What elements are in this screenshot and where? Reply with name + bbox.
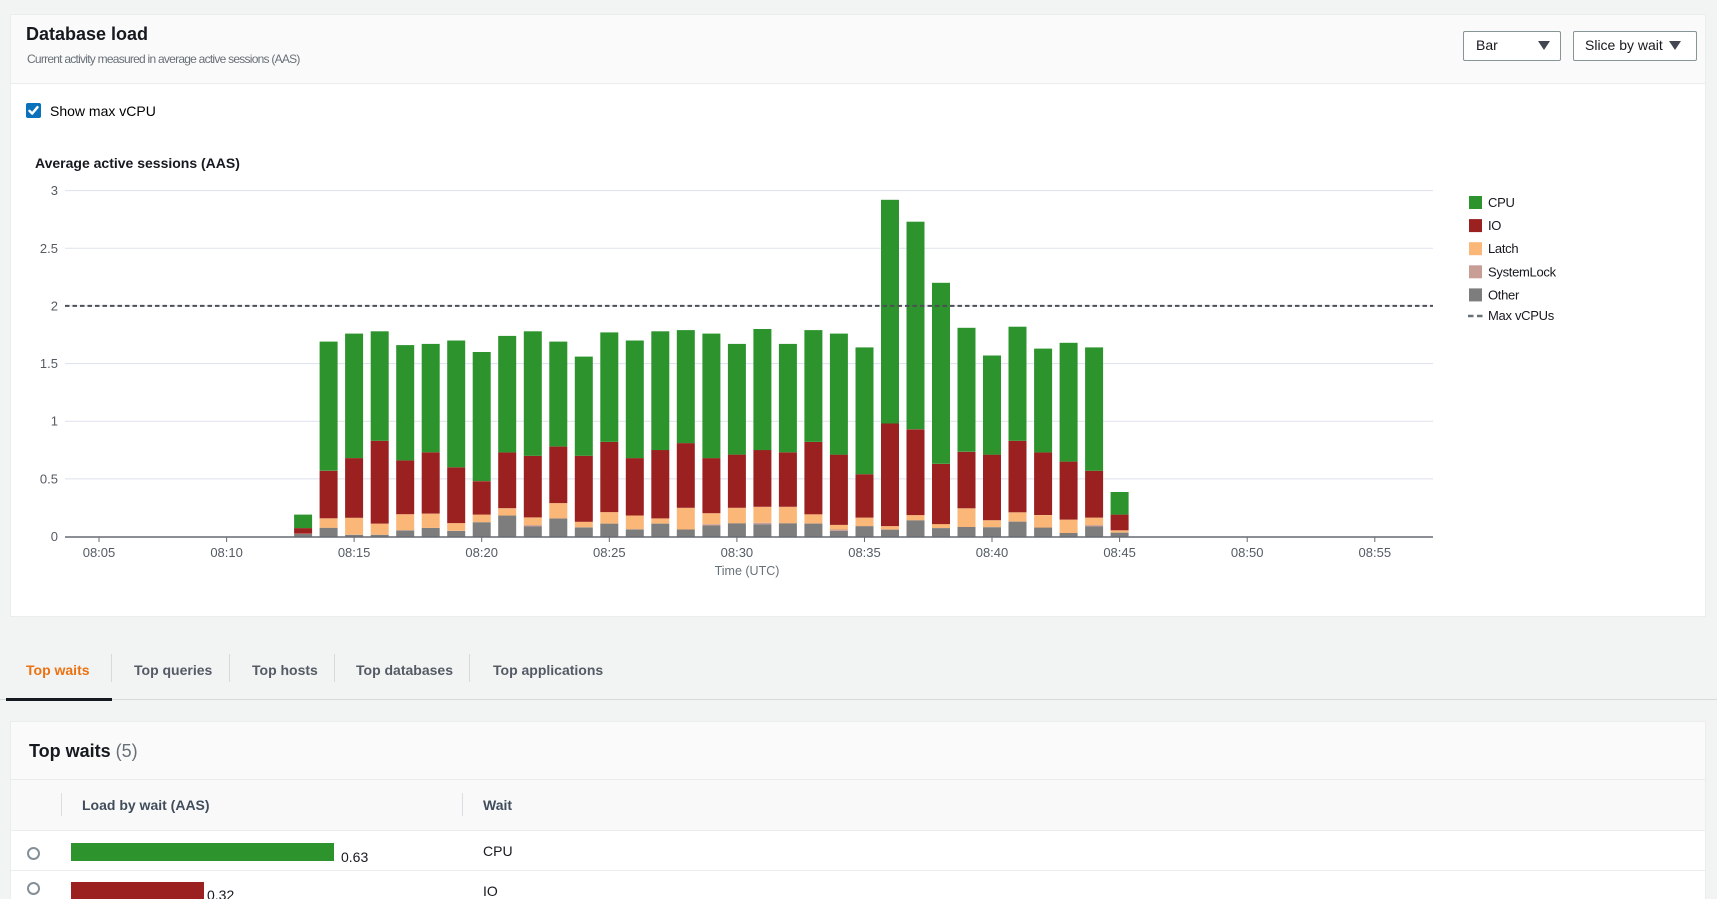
svg-text:CPU: CPU	[1488, 195, 1515, 210]
svg-text:08:50: 08:50	[1231, 545, 1264, 560]
svg-text:0: 0	[51, 529, 58, 544]
svg-text:2.5: 2.5	[40, 241, 58, 256]
svg-text:08:20: 08:20	[465, 545, 498, 560]
svg-text:Max vCPUs: Max vCPUs	[1488, 308, 1555, 323]
svg-text:1.5: 1.5	[40, 356, 58, 371]
svg-text:08:25: 08:25	[593, 545, 626, 560]
svg-text:SystemLock: SystemLock	[1488, 264, 1557, 279]
svg-text:08:45: 08:45	[1103, 545, 1136, 560]
svg-text:Latch: Latch	[1488, 241, 1518, 256]
svg-text:08:55: 08:55	[1359, 545, 1392, 560]
svg-text:08:30: 08:30	[721, 545, 754, 560]
svg-text:Other: Other	[1488, 287, 1520, 302]
svg-text:IO: IO	[1488, 218, 1501, 233]
svg-text:08:35: 08:35	[848, 545, 881, 560]
svg-text:08:15: 08:15	[338, 545, 371, 560]
svg-text:0.5: 0.5	[40, 471, 58, 486]
svg-text:Time (UTC): Time (UTC)	[715, 564, 780, 578]
svg-text:08:40: 08:40	[976, 545, 1009, 560]
svg-text:08:05: 08:05	[83, 545, 116, 560]
svg-text:08:10: 08:10	[210, 545, 243, 560]
svg-text:1: 1	[51, 414, 58, 429]
svg-text:2: 2	[51, 298, 58, 313]
svg-text:3: 3	[51, 183, 58, 198]
